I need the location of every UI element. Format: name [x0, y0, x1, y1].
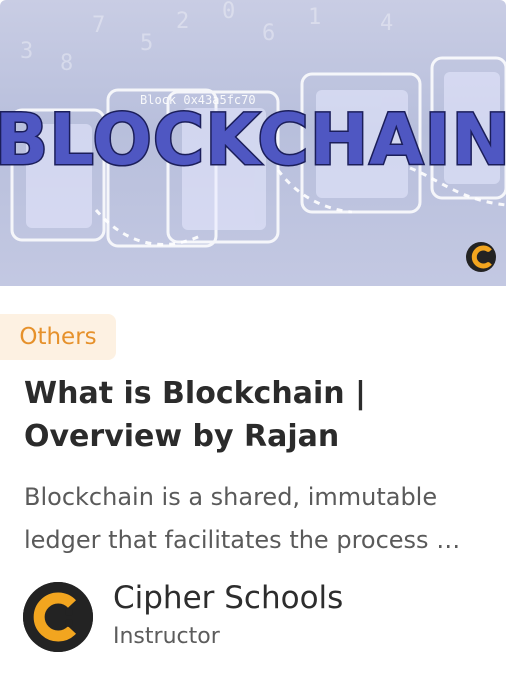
svg-text:5: 5	[140, 31, 153, 56]
cipher-schools-logo-icon	[466, 242, 496, 272]
course-title[interactable]: What is Blockchain | Overview by Rajan	[24, 372, 494, 458]
svg-text:4: 4	[380, 11, 393, 36]
blockchain-illustration: 7 52 0 6 1 3 8 4 Block 0x43a5fc70 BLOCKCHAIN	[0, 0, 506, 272]
cipher-schools-logo-icon	[23, 582, 93, 652]
svg-text:8: 8	[60, 51, 73, 76]
svg-text:1: 1	[308, 5, 321, 30]
svg-text:6: 6	[262, 21, 275, 46]
svg-text:3: 3	[20, 39, 33, 64]
svg-text:7: 7	[92, 13, 105, 38]
svg-text:2: 2	[176, 9, 189, 34]
author-role: Instructor	[113, 624, 220, 649]
category-label: Others	[19, 324, 97, 350]
author-avatar	[23, 582, 93, 652]
author-name[interactable]: Cipher Schools	[113, 580, 343, 616]
thumbnail-banner-text: BLOCKCHAIN	[0, 99, 506, 181]
svg-text:0: 0	[222, 0, 235, 24]
course-card[interactable]: 7 52 0 6 1 3 8 4 Block 0x43a5fc70 BLOCKCHAIN …	[0, 0, 506, 680]
course-description: Blockchain is a shared, immutable ledger…	[24, 483, 460, 554]
category-badge: Others	[0, 314, 116, 360]
course-thumbnail[interactable]: 7 52 0 6 1 3 8 4 Block 0x43a5fc70 BLOCKCHAIN	[0, 0, 506, 286]
